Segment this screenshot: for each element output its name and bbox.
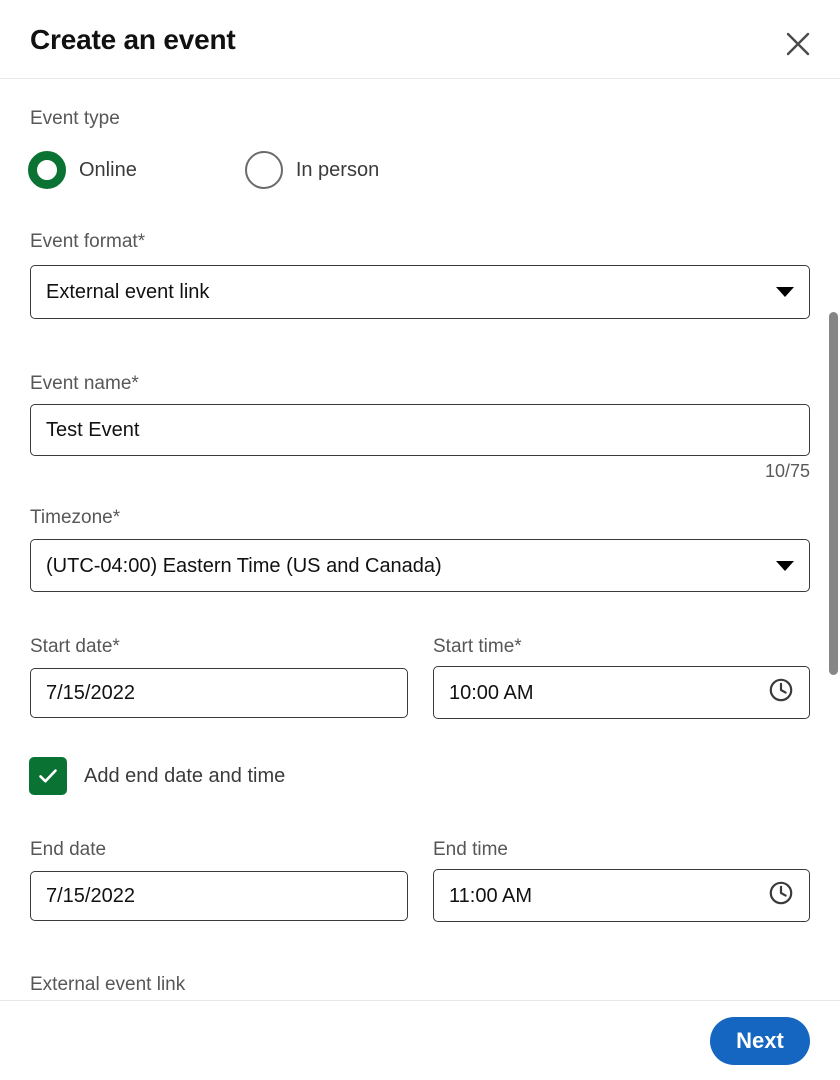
chevron-down-icon: [776, 287, 794, 297]
event-name-label: Event name*: [30, 373, 139, 395]
start-time-input[interactable]: 10:00 AM: [433, 666, 810, 719]
start-time-label: Start time*: [433, 636, 522, 658]
radio-label-in-person: In person: [296, 159, 379, 182]
modal-footer: Next: [0, 1000, 840, 1080]
timezone-select[interactable]: (UTC-04:00) Eastern Time (US and Canada): [30, 539, 810, 592]
start-date-value: 7/15/2022: [46, 683, 392, 703]
start-date-label: Start date*: [30, 636, 120, 658]
timezone-label: Timezone*: [30, 507, 120, 529]
page-title: Create an event: [30, 24, 236, 56]
start-time-value: 10:00 AM: [449, 683, 760, 703]
radio-option-in-person[interactable]: In person: [245, 151, 379, 189]
event-name-value: Test Event: [46, 420, 794, 440]
end-time-value: 11:00 AM: [449, 886, 760, 906]
add-end-datetime-label: Add end date and time: [84, 765, 285, 788]
event-type-label: Event type: [30, 108, 120, 130]
close-button[interactable]: [778, 24, 818, 64]
radio-unselected-icon: [245, 151, 283, 189]
clock-icon[interactable]: [768, 880, 794, 911]
timezone-value: (UTC-04:00) Eastern Time (US and Canada): [46, 556, 768, 576]
start-date-input[interactable]: 7/15/2022: [30, 668, 408, 718]
end-date-input[interactable]: 7/15/2022: [30, 871, 408, 921]
add-end-datetime-checkbox[interactable]: Add end date and time: [29, 757, 285, 795]
radio-selected-icon: [28, 151, 66, 189]
event-format-value: External event link: [46, 282, 768, 302]
chevron-down-icon: [776, 561, 794, 571]
radio-option-online[interactable]: Online: [28, 151, 137, 189]
end-date-label: End date: [30, 839, 106, 861]
next-button[interactable]: Next: [710, 1017, 810, 1065]
scrollbar-track[interactable]: [826, 79, 840, 1000]
event-format-label: Event format*: [30, 231, 145, 253]
clock-icon[interactable]: [768, 677, 794, 708]
event-format-select[interactable]: External event link: [30, 265, 810, 319]
event-name-input[interactable]: Test Event: [30, 404, 810, 456]
modal-header: Create an event: [0, 0, 840, 79]
close-icon: [785, 31, 811, 57]
end-time-input[interactable]: 11:00 AM: [433, 869, 810, 922]
checkbox-checked-icon: [29, 757, 67, 795]
event-type-radio-group: Online In person: [28, 151, 379, 189]
modal-body: Event type Online In person Event format…: [0, 79, 840, 1000]
create-event-modal: Create an event Event type Online In per…: [0, 0, 840, 1080]
radio-label-online: Online: [79, 159, 137, 182]
event-name-char-counter: 10/75: [765, 461, 810, 482]
end-time-label: End time: [433, 839, 508, 861]
external-event-link-label: External event link: [30, 974, 185, 996]
scrollbar-thumb[interactable]: [829, 312, 838, 675]
end-date-value: 7/15/2022: [46, 886, 392, 906]
